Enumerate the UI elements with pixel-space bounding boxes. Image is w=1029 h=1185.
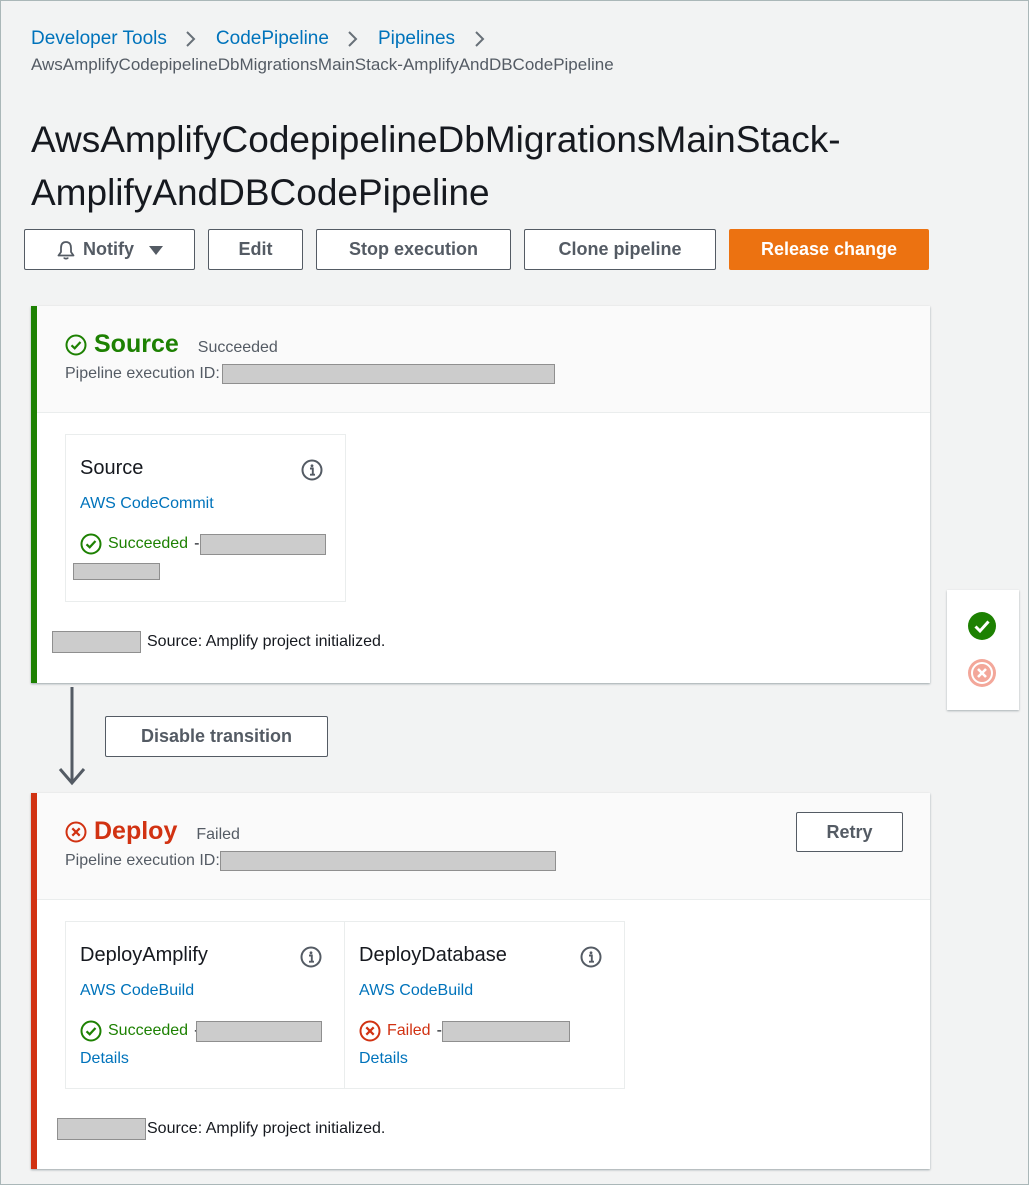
redacted-value: [196, 1020, 323, 1042]
caret-down-icon: [148, 244, 164, 256]
action-provider-link[interactable]: AWS CodeBuild: [359, 982, 473, 1000]
breadcrumb-current: AwsAmplifyCodepipelineDbMigrationsMainSt…: [31, 55, 614, 74]
info-icon[interactable]: [580, 946, 602, 968]
action-provider-link[interactable]: AWS CodeCommit: [80, 495, 214, 513]
stage-status-summary: [947, 590, 1019, 710]
details-link[interactable]: Details: [359, 1050, 408, 1068]
clone-pipeline-button[interactable]: Clone pipeline: [524, 229, 716, 270]
commit-message: Source: Amplify project initialized.: [57, 1118, 385, 1140]
breadcrumb-developer-tools[interactable]: Developer Tools: [31, 27, 167, 51]
page-title: AwsAmplifyCodepipelineDbMigrationsMainSt…: [31, 113, 931, 219]
edit-button[interactable]: Edit: [208, 229, 303, 270]
redacted-value: [52, 631, 141, 653]
chevron-right-icon: [455, 27, 504, 51]
check-circle-icon: [80, 1020, 102, 1042]
action-deploy-amplify: DeployAmplify AWS CodeBuild Succeeded - …: [66, 922, 345, 1088]
stage-name: Deploy Failed: [65, 817, 240, 846]
stage-source: Source Succeeded Pipeline execution ID: …: [31, 306, 930, 683]
x-circle-icon: [65, 821, 87, 843]
stage-status: Failed: [196, 825, 240, 843]
stage-name-label: Deploy: [94, 817, 178, 845]
info-icon[interactable]: [301, 459, 323, 481]
stage-name-label: Source: [94, 330, 179, 358]
check-circle-icon: [80, 533, 102, 555]
arrow-down-icon: [57, 687, 87, 792]
breadcrumb-pipelines[interactable]: Pipelines: [378, 27, 455, 51]
page-title-line2: AmplifyAndDBCodePipeline: [31, 172, 490, 213]
disable-transition-button[interactable]: Disable transition: [105, 716, 328, 757]
commit-message: Source: Amplify project initialized.: [52, 631, 385, 653]
exec-id-label: Pipeline execution ID:: [65, 365, 220, 382]
redacted-value: [200, 533, 327, 555]
redacted-value: [219, 851, 556, 871]
chevron-right-icon: [329, 27, 378, 51]
redacted-value: [57, 1118, 146, 1140]
action-status-label: Failed: [387, 1022, 431, 1039]
stage-status: Succeeded: [197, 338, 278, 356]
retry-button[interactable]: Retry: [796, 812, 903, 852]
action-grid: Source AWS CodeCommit Succeeded -: [65, 434, 346, 602]
x-circle-filled-icon[interactable]: [967, 658, 997, 688]
action-status: Succeeded -: [80, 1020, 323, 1042]
page-title-line1: AwsAmplifyCodepipelineDbMigrationsMainSt…: [31, 119, 841, 160]
stop-execution-button[interactable]: Stop execution: [316, 229, 511, 270]
action-status: Succeeded -: [80, 533, 327, 555]
notify-button[interactable]: Notify: [24, 229, 195, 270]
breadcrumb-codepipeline[interactable]: CodePipeline: [216, 27, 329, 51]
action-grid: DeployAmplify AWS CodeBuild Succeeded - …: [65, 921, 625, 1089]
notify-label: Notify: [83, 239, 134, 259]
redacted-value: [73, 563, 160, 580]
pipeline-execution-id: Pipeline execution ID:: [65, 851, 556, 871]
check-circle-filled-icon[interactable]: [967, 611, 997, 641]
chevron-right-icon: [167, 27, 216, 51]
commit-message-text: Source: Amplify project initialized.: [147, 1120, 386, 1137]
status-separator: -: [194, 535, 200, 552]
action-provider-link[interactable]: AWS CodeBuild: [80, 982, 194, 1000]
action-source: Source AWS CodeCommit Succeeded -: [66, 435, 345, 601]
action-status-label: Succeeded: [108, 1022, 189, 1039]
release-change-button[interactable]: Release change: [729, 229, 929, 270]
bell-icon: [55, 239, 77, 261]
action-name: DeployDatabase: [359, 944, 507, 966]
stage-deploy: Deploy Failed Pipeline execution ID: Ret…: [31, 793, 930, 1169]
action-deploy-database: DeployDatabase AWS CodeBuild Failed - De…: [345, 922, 624, 1088]
stage-header: Source Succeeded Pipeline execution ID:: [37, 306, 930, 413]
redacted-value: [221, 364, 555, 384]
stage-header: Deploy Failed Pipeline execution ID: Ret…: [37, 793, 930, 900]
action-name: Source: [80, 457, 144, 479]
action-status: Failed -: [359, 1020, 570, 1042]
breadcrumb: Developer Tools CodePipeline Pipelines A…: [31, 27, 614, 77]
commit-message-text: Source: Amplify project initialized.: [147, 633, 386, 650]
check-circle-icon: [65, 334, 87, 356]
redacted-value: [441, 1020, 570, 1042]
info-icon[interactable]: [300, 946, 322, 968]
action-status-label: Succeeded: [108, 535, 189, 552]
stage-name: Source Succeeded: [65, 330, 278, 359]
exec-id-label: Pipeline execution ID:: [65, 852, 220, 869]
details-link[interactable]: Details: [80, 1050, 129, 1068]
action-name: DeployAmplify: [80, 944, 208, 966]
pipeline-execution-id: Pipeline execution ID:: [65, 364, 555, 384]
x-circle-icon: [359, 1020, 381, 1042]
